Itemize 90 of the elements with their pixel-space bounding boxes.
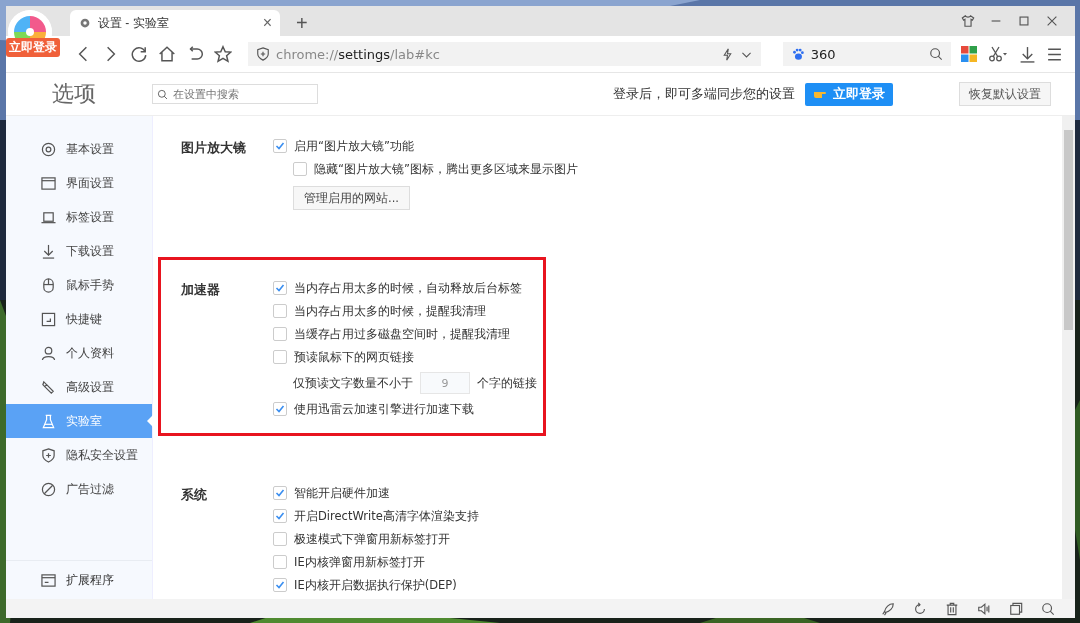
paw-icon	[790, 47, 805, 61]
settings-search-field[interactable]: 在设置中搜索	[152, 84, 318, 104]
address-bar[interactable]: chrome://settings/lab#kc	[248, 42, 761, 66]
checkbox-label: 开启DirectWrite高清字体渲染支持	[294, 508, 479, 524]
menu-button[interactable]	[1046, 45, 1063, 63]
tab-close-button[interactable]: ×	[262, 14, 272, 32]
checkbox[interactable]	[273, 304, 287, 318]
sidebar-item[interactable]: 个人资料	[6, 336, 152, 370]
block-icon	[41, 481, 56, 497]
new-tab-button[interactable]: +	[292, 10, 312, 36]
checkbox-label: IE内核弹窗用新标签打开	[294, 554, 425, 570]
mouse-icon	[41, 277, 56, 293]
checkbox[interactable]	[273, 486, 287, 500]
reload-button[interactable]	[130, 45, 148, 63]
shield-icon	[256, 47, 270, 61]
checkbox-label: 隐藏“图片放大镜”图标，腾出更多区域来显示图片	[314, 161, 578, 177]
scrollbar[interactable]	[1062, 116, 1075, 599]
checkbox[interactable]	[273, 402, 287, 416]
keyboard-icon	[41, 311, 56, 327]
field-unit: 个字的链接	[477, 375, 537, 391]
sidebar-item[interactable]: 快捷键	[6, 302, 152, 336]
checkbox[interactable]	[293, 162, 307, 176]
checkbox-label: 极速模式下弹窗用新标签打开	[294, 531, 450, 547]
page-title: 选项	[52, 80, 97, 108]
sidebar-item[interactable]: 高级设置	[6, 370, 152, 404]
speaker-icon[interactable]	[977, 601, 991, 616]
checkbox[interactable]	[273, 327, 287, 341]
checkbox-label: 预读鼠标下的网页链接	[294, 349, 414, 365]
tiles-icon	[961, 46, 977, 62]
manage-sites-button[interactable]: 管理启用的网站...	[293, 186, 410, 210]
checkbox-label: 当缓存占用过多磁盘空间时，提醒我清理	[294, 326, 510, 342]
menu-icon	[1046, 45, 1063, 63]
download-icon	[1019, 45, 1036, 63]
refresh-icon[interactable]	[913, 601, 927, 616]
shirt-icon[interactable]	[961, 14, 975, 28]
field-label: 仅预读文字数量不小于	[293, 375, 413, 391]
reload-icon	[130, 45, 148, 63]
flask-icon	[41, 413, 56, 429]
maximize-icon[interactable]	[1017, 14, 1031, 28]
apps-button[interactable]	[961, 46, 977, 62]
sidebar-item[interactable]: 隐私安全设置	[6, 438, 152, 472]
sidebar-item[interactable]: 鼠标手势	[6, 268, 152, 302]
section-title: 图片放大镜	[181, 139, 247, 157]
sidebar-item[interactable]: 界面设置	[6, 166, 152, 200]
checkbox-label: IE内核开启数据执行保护(DEP)	[294, 577, 457, 593]
pointing-hand-icon	[813, 89, 829, 99]
sync-message: 登录后，即可多端同步您的设置	[613, 85, 795, 103]
browser-tab[interactable]: 设置 - 实验室 ×	[70, 10, 280, 36]
checkbox[interactable]	[273, 578, 287, 592]
download-icon	[41, 243, 56, 259]
checkbox-label: 使用迅雷云加速引擎进行加速下载	[294, 401, 474, 417]
checkbox-label: 当内存占用太多的时候，自动释放后台标签	[294, 280, 522, 296]
screenshot-button[interactable]	[987, 46, 1009, 62]
checkbox-label: 启用“图片放大镜”功能	[294, 138, 414, 154]
disc-icon	[41, 141, 56, 157]
sidebar-item[interactable]: 下载设置	[6, 234, 152, 268]
checkbox[interactable]	[273, 532, 287, 546]
star-icon	[214, 45, 232, 63]
checkbox[interactable]	[273, 555, 287, 569]
close-icon[interactable]	[1045, 14, 1059, 28]
checkbox[interactable]	[273, 139, 287, 153]
extension-icon	[41, 572, 56, 588]
home-icon	[158, 45, 176, 63]
search-icon[interactable]	[1041, 601, 1055, 616]
bookmark-button[interactable]	[214, 45, 232, 63]
laptop-icon	[41, 209, 56, 225]
sidebar-item[interactable]: 标签设置	[6, 200, 152, 234]
gear-icon	[78, 16, 92, 30]
search-icon	[929, 47, 943, 61]
reset-defaults-button[interactable]: 恢复默认设置	[959, 82, 1051, 106]
lightning-icon	[720, 47, 734, 61]
checkbox-label: 当内存占用太多的时候，提醒我清理	[294, 303, 486, 319]
section-title: 加速器	[181, 281, 221, 299]
checkbox[interactable]	[273, 509, 287, 523]
checkbox-label: 智能开启硬件加速	[294, 485, 390, 501]
checkbox[interactable]	[273, 281, 287, 295]
person-icon	[41, 345, 56, 361]
search-icon	[157, 89, 168, 100]
sidebar-item[interactable]: 基本设置	[6, 132, 152, 166]
shield-icon	[41, 447, 56, 463]
scissors-icon	[987, 46, 1009, 62]
window-icon	[41, 175, 56, 191]
sidebar-item[interactable]: 广告过滤	[6, 472, 152, 506]
checkbox[interactable]	[273, 350, 287, 364]
home-button[interactable]	[158, 45, 176, 63]
download-button[interactable]	[1019, 45, 1036, 63]
section-title: 系统	[181, 486, 208, 504]
search-box[interactable]: 360	[782, 42, 951, 66]
trash-icon[interactable]	[945, 601, 959, 616]
windows-icon[interactable]	[1009, 601, 1023, 616]
